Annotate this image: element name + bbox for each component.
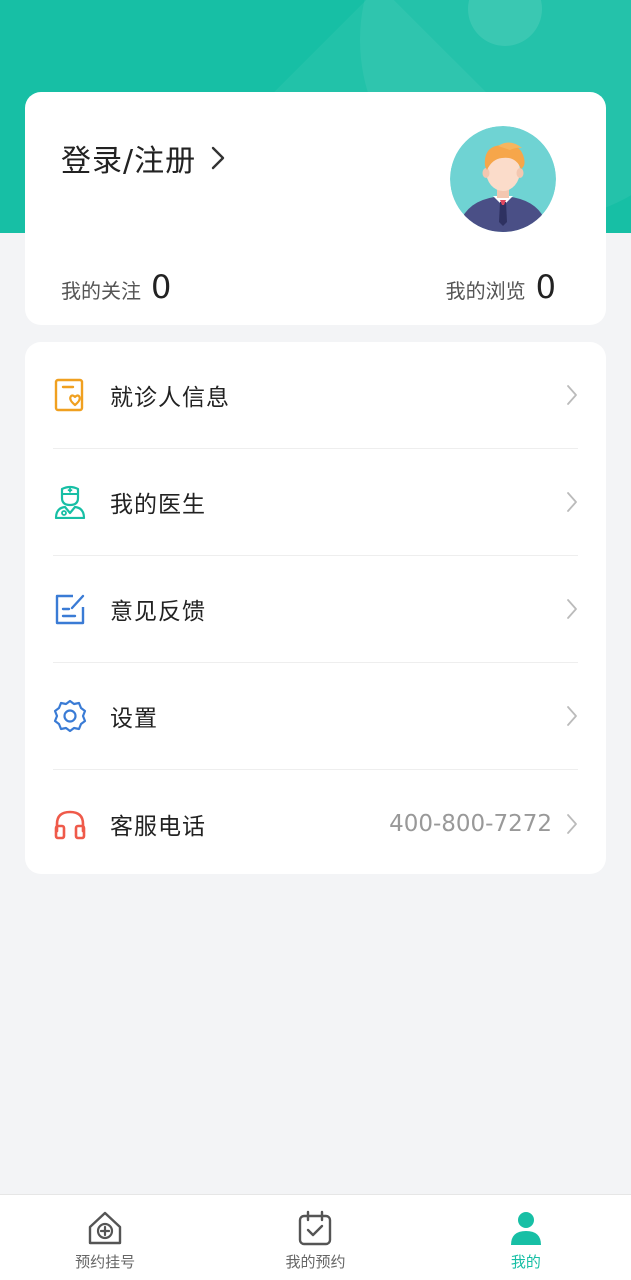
menu-item-label: 意见反馈 bbox=[110, 599, 206, 625]
doctor-icon bbox=[54, 485, 86, 519]
following-label: 我的关注 bbox=[61, 279, 141, 303]
menu-item-label: 我的医生 bbox=[110, 492, 206, 518]
browsing-label: 我的浏览 bbox=[445, 279, 526, 303]
customer-service-phone: 400-800-7272 bbox=[389, 810, 552, 837]
tab-label: 我的预约 bbox=[285, 1253, 346, 1271]
menu-card: 就诊人信息 我的医生 意见反馈 设置 客服电话 400-800-7272 bbox=[25, 342, 606, 874]
patient-card-icon bbox=[54, 378, 84, 412]
home-plus-icon bbox=[88, 1211, 122, 1245]
menu-item-patient-info[interactable]: 就诊人信息 bbox=[53, 342, 578, 449]
chevron-right-icon bbox=[211, 146, 225, 170]
login-register-label: 登录/注册 bbox=[61, 144, 197, 179]
chevron-right-icon bbox=[567, 492, 577, 512]
chevron-right-icon bbox=[567, 706, 577, 726]
chevron-right-icon bbox=[567, 813, 577, 834]
menu-item-customer-service[interactable]: 客服电话 400-800-7272 bbox=[53, 770, 578, 877]
chevron-right-icon bbox=[567, 385, 577, 405]
following-count: 0 bbox=[151, 268, 172, 306]
menu-item-label: 就诊人信息 bbox=[110, 385, 230, 411]
tab-label: 预约挂号 bbox=[75, 1253, 136, 1271]
menu-item-settings[interactable]: 设置 bbox=[53, 663, 578, 770]
user-icon bbox=[510, 1212, 541, 1245]
tab-my-appointments[interactable]: 我的预约 bbox=[210, 1195, 420, 1280]
menu-item-label: 设置 bbox=[110, 706, 158, 732]
gear-icon bbox=[53, 699, 87, 733]
browsing-count: 0 bbox=[535, 268, 556, 306]
tab-appointment-registration[interactable]: 预约挂号 bbox=[0, 1195, 210, 1280]
avatar-image bbox=[450, 126, 556, 232]
menu-item-my-doctor[interactable]: 我的医生 bbox=[53, 449, 578, 556]
profile-page: 登录/注册 我的关注 0 我的浏览 0 就诊人信息 我的医生 意见反馈 设置 客… bbox=[0, 0, 631, 1280]
tab-label: 我的 bbox=[510, 1253, 541, 1271]
browsing-stat[interactable]: 我的浏览 0 bbox=[446, 268, 556, 306]
menu-item-label: 客服电话 bbox=[110, 813, 206, 840]
calendar-check-icon bbox=[299, 1210, 332, 1246]
headset-icon bbox=[54, 810, 86, 839]
profile-card: 登录/注册 我的关注 0 我的浏览 0 bbox=[25, 92, 606, 325]
avatar[interactable] bbox=[450, 126, 556, 232]
following-stat[interactable]: 我的关注 0 bbox=[61, 268, 171, 306]
tab-me[interactable]: 我的 bbox=[421, 1195, 631, 1280]
chevron-right-icon bbox=[567, 599, 577, 619]
bottom-tab-bar: 预约挂号 我的预约 我的 bbox=[0, 1194, 631, 1280]
menu-item-feedback[interactable]: 意见反馈 bbox=[53, 556, 578, 663]
feedback-edit-icon bbox=[55, 594, 85, 625]
login-register-link[interactable]: 登录/注册 bbox=[61, 136, 226, 180]
